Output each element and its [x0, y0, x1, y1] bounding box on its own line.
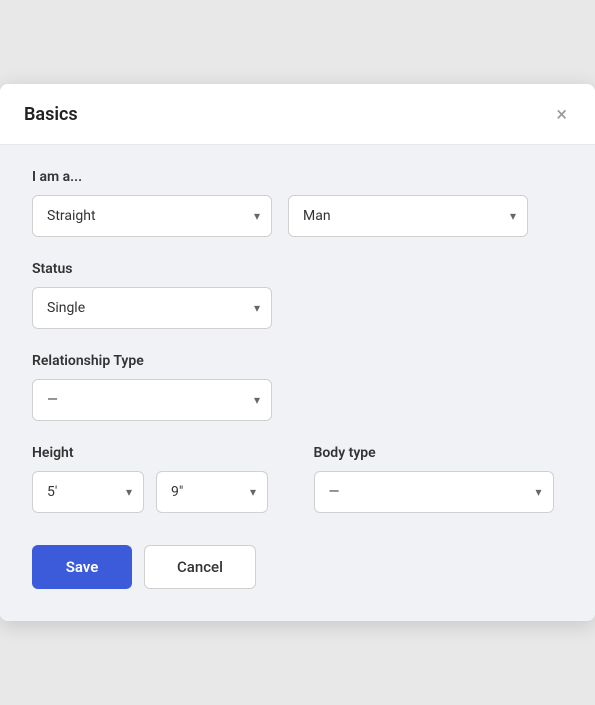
modal-footer: Save Cancel — [0, 545, 595, 621]
body-type-label: Body type — [314, 445, 564, 461]
body-type-col: Body type — Slim Athletic Average Curvy … — [314, 445, 564, 513]
modal-title: Basics — [24, 104, 78, 125]
cancel-button[interactable]: Cancel — [144, 545, 256, 589]
gender-select[interactable]: Man Woman Non-binary — [288, 195, 528, 237]
status-select-wrapper: Single In a relationship Married Divorce… — [32, 287, 272, 329]
save-button[interactable]: Save — [32, 545, 132, 589]
relationship-type-section: Relationship Type — Monogamous Non-monog… — [32, 353, 563, 421]
body-type-select[interactable]: — Slim Athletic Average Curvy Full figur… — [314, 471, 554, 513]
modal-header: Basics × — [0, 84, 595, 145]
orientation-select-wrapper: Straight Gay Bisexual Other ▾ — [32, 195, 272, 237]
orientation-section: I am a... Straight Gay Bisexual Other ▾ … — [32, 169, 563, 237]
height-inches-select[interactable]: 0" 1" 2" 3" 4" 5" 6" 7" 8" 9" 10" 11" — [156, 471, 268, 513]
body-type-select-wrapper: — Slim Athletic Average Curvy Full figur… — [314, 471, 554, 513]
modal-body: I am a... Straight Gay Bisexual Other ▾ … — [0, 145, 595, 545]
status-select[interactable]: Single In a relationship Married Divorce… — [32, 287, 272, 329]
status-section: Status Single In a relationship Married … — [32, 261, 563, 329]
height-bodytype-row: Height 4' 5' 6' 7' ▾ 0" — [32, 445, 563, 513]
relationship-type-select[interactable]: — Monogamous Non-monogamous Open relatio… — [32, 379, 272, 421]
height-label: Height — [32, 445, 282, 461]
orientation-label: I am a... — [32, 169, 563, 185]
orientation-select[interactable]: Straight Gay Bisexual Other — [32, 195, 272, 237]
relationship-type-label: Relationship Type — [32, 353, 563, 369]
modal: Basics × I am a... Straight Gay Bisexual… — [0, 84, 595, 621]
height-inputs-row: 4' 5' 6' 7' ▾ 0" 1" 2" 3" 4" — [32, 471, 282, 513]
height-col: Height 4' 5' 6' 7' ▾ 0" — [32, 445, 282, 513]
height-feet-select[interactable]: 4' 5' 6' 7' — [32, 471, 144, 513]
close-button[interactable]: × — [552, 100, 571, 128]
status-label: Status — [32, 261, 563, 277]
relationship-type-select-wrapper: — Monogamous Non-monogamous Open relatio… — [32, 379, 272, 421]
gender-select-wrapper: Man Woman Non-binary ▾ — [288, 195, 528, 237]
height-inches-wrapper: 0" 1" 2" 3" 4" 5" 6" 7" 8" 9" 10" 11" — [156, 471, 268, 513]
orientation-row: Straight Gay Bisexual Other ▾ Man Woman … — [32, 195, 563, 237]
height-feet-wrapper: 4' 5' 6' 7' ▾ — [32, 471, 144, 513]
